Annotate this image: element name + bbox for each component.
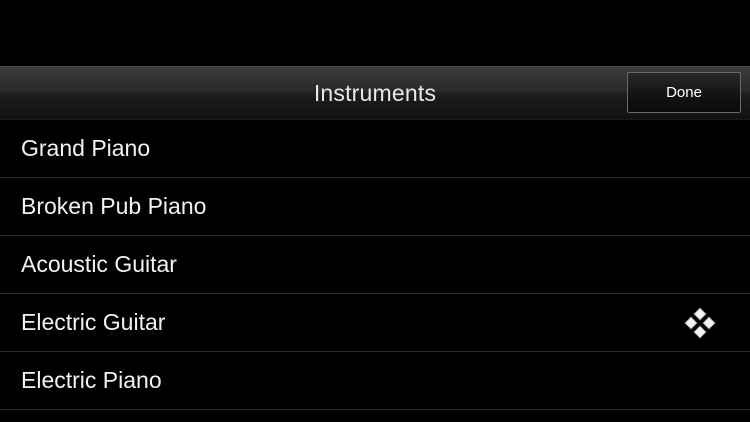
- list-item-label: Electric Piano: [21, 367, 162, 393]
- list-item-electric-piano[interactable]: Electric Piano: [0, 352, 750, 410]
- list-item-label: Broken Pub Piano: [21, 193, 207, 219]
- list-item-grand-piano[interactable]: Grand Piano: [0, 120, 750, 178]
- list-item-electric-guitar[interactable]: Electric Guitar: [0, 294, 750, 352]
- done-button[interactable]: Done: [627, 72, 741, 113]
- navigation-bar: Instruments Done: [0, 66, 750, 120]
- list-item-broken-pub-piano[interactable]: Broken Pub Piano: [0, 178, 750, 236]
- four-diamonds-icon: [684, 307, 716, 339]
- list-item-acoustic-guitar[interactable]: Acoustic Guitar: [0, 236, 750, 294]
- list-item-label: Grand Piano: [21, 135, 151, 161]
- instruments-screen: Instruments Done Grand Piano Broken Pub …: [0, 0, 750, 422]
- list-item-label: Electric Guitar: [21, 309, 166, 335]
- instrument-list: Grand Piano Broken Pub Piano Acoustic Gu…: [0, 120, 750, 410]
- list-item-label: Acoustic Guitar: [21, 251, 177, 277]
